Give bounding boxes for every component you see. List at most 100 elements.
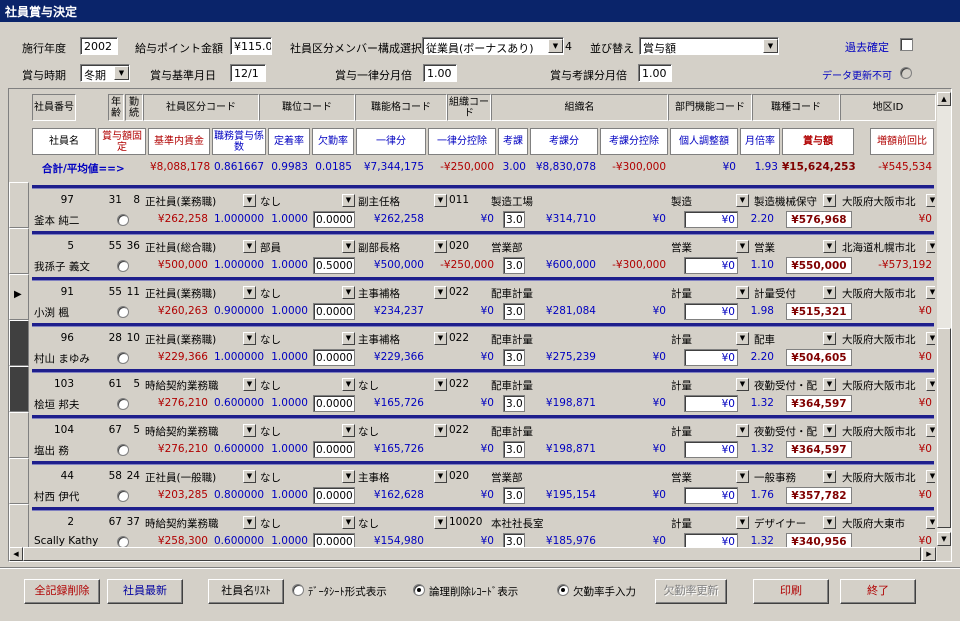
hscroll-thumb[interactable]: [23, 547, 921, 561]
chevron-down-icon[interactable]: ▼: [823, 424, 836, 437]
chevron-down-icon[interactable]: ▼: [243, 378, 256, 391]
job-select[interactable]: デザイナー: [752, 514, 824, 531]
chevron-down-icon[interactable]: ▼: [243, 424, 256, 437]
chevron-down-icon[interactable]: ▼: [243, 332, 256, 345]
grade-select[interactable]: 主事補格: [356, 284, 434, 301]
job-select[interactable]: 夜勤受付・配: [752, 376, 824, 393]
scroll-right-icon[interactable]: ▶: [922, 547, 936, 561]
fixed-bonus-radio[interactable]: [117, 398, 129, 410]
job-select[interactable]: 一般事務: [752, 468, 824, 485]
chevron-down-icon[interactable]: ▼: [342, 424, 355, 437]
job-select[interactable]: 配車: [752, 330, 824, 347]
region-select[interactable]: 大阪府大阪市北: [840, 330, 926, 347]
grade-select[interactable]: 副主任格: [356, 192, 434, 209]
personal-adjust-input[interactable]: ¥0: [684, 303, 738, 320]
chevron-down-icon[interactable]: ▼: [823, 470, 836, 483]
record-selector[interactable]: [9, 182, 29, 228]
emp-class-select[interactable]: 正社員(業務職): [143, 284, 243, 301]
eval-input[interactable]: 3.0: [503, 257, 525, 274]
chevron-down-icon[interactable]: ▼: [243, 240, 256, 253]
record-selector[interactable]: [9, 320, 29, 366]
position-select[interactable]: なし: [258, 284, 342, 301]
chevron-down-icon[interactable]: ▼: [823, 378, 836, 391]
grade-select[interactable]: なし: [356, 376, 434, 393]
grade-select[interactable]: 副部長格: [356, 238, 434, 255]
record-selector[interactable]: [9, 366, 29, 412]
chevron-down-icon[interactable]: ▼: [342, 516, 355, 529]
absence-input[interactable]: 0.0000: [313, 211, 355, 228]
chevron-down-icon[interactable]: ▼: [823, 286, 836, 299]
absence-input[interactable]: 0.0000: [313, 533, 355, 547]
fixed-bonus-radio[interactable]: [117, 214, 129, 226]
scroll-left-icon[interactable]: ◀: [9, 547, 23, 561]
position-select[interactable]: 部員: [258, 238, 342, 255]
chevron-down-icon[interactable]: ▼: [342, 286, 355, 299]
chevron-down-icon[interactable]: ▼: [243, 286, 256, 299]
chevron-down-icon[interactable]: ▼: [243, 470, 256, 483]
dept-select[interactable]: 営業: [669, 468, 735, 485]
vertical-scrollbar[interactable]: ▲ ▼: [937, 92, 951, 546]
job-select[interactable]: 計量受付: [752, 284, 824, 301]
job-select[interactable]: 夜勤受付・配: [752, 422, 824, 439]
chevron-down-icon[interactable]: ▼: [926, 332, 935, 345]
dept-select[interactable]: 計量: [669, 284, 735, 301]
eval-input[interactable]: 3.0: [503, 533, 525, 547]
position-select[interactable]: なし: [258, 330, 342, 347]
absence-input[interactable]: 0.0000: [313, 487, 355, 504]
chevron-down-icon[interactable]: ▼: [736, 470, 749, 483]
scroll-thumb[interactable]: [937, 328, 951, 528]
personal-adjust-input[interactable]: ¥0: [684, 211, 738, 228]
record-selector[interactable]: [9, 458, 29, 504]
chevron-down-icon[interactable]: ▼: [342, 378, 355, 391]
chevron-down-icon[interactable]: ▼: [548, 39, 563, 53]
chevron-down-icon[interactable]: ▼: [434, 424, 447, 437]
eval-input[interactable]: 3.0: [503, 211, 525, 228]
absence-input[interactable]: 0.5000: [313, 257, 355, 274]
chevron-down-icon[interactable]: ▼: [243, 194, 256, 207]
dept-select[interactable]: 計量: [669, 376, 735, 393]
region-select[interactable]: 大阪府大阪市北: [840, 192, 926, 209]
record-selector[interactable]: [9, 504, 29, 547]
absence-input[interactable]: 0.0000: [313, 441, 355, 458]
dept-select[interactable]: 製造: [669, 192, 735, 209]
personal-adjust-input[interactable]: ¥0: [684, 395, 738, 412]
member-select[interactable]: 従業員(ボーナスあり): [422, 37, 564, 55]
print-button[interactable]: 印刷: [753, 579, 829, 604]
name-list-button[interactable]: 社員名ﾘｽﾄ: [208, 579, 284, 604]
absence-input[interactable]: 0.0000: [313, 395, 355, 412]
grade-select[interactable]: 主事格: [356, 468, 434, 485]
region-select[interactable]: 大阪府大阪市北: [840, 376, 926, 393]
region-select[interactable]: 大阪府大阪市北: [840, 422, 926, 439]
chevron-down-icon[interactable]: ▼: [434, 332, 447, 345]
dept-select[interactable]: 計量: [669, 330, 735, 347]
year-field[interactable]: 2002: [80, 37, 118, 55]
chevron-down-icon[interactable]: ▼: [926, 286, 935, 299]
sort-select[interactable]: 賞与額: [639, 37, 779, 55]
delete-all-button[interactable]: 全記録削除: [24, 579, 100, 604]
fixed-bonus-radio[interactable]: [117, 536, 129, 547]
position-select[interactable]: なし: [258, 422, 342, 439]
refresh-employees-button[interactable]: 社員最新: [107, 579, 183, 604]
chevron-down-icon[interactable]: ▼: [736, 516, 749, 529]
chevron-down-icon[interactable]: ▼: [823, 240, 836, 253]
chevron-down-icon[interactable]: ▼: [342, 470, 355, 483]
chevron-down-icon[interactable]: ▼: [243, 516, 256, 529]
absence-input[interactable]: 0.0000: [313, 349, 355, 366]
grade-select[interactable]: 主事補格: [356, 330, 434, 347]
personal-adjust-input[interactable]: ¥0: [684, 257, 738, 274]
fixed-bonus-radio[interactable]: [117, 306, 129, 318]
scroll-up-icon[interactable]: ▲: [937, 92, 951, 106]
chevron-down-icon[interactable]: ▼: [736, 194, 749, 207]
grade-select[interactable]: なし: [356, 422, 434, 439]
flat-month-field[interactable]: 1.00: [423, 64, 457, 82]
fixed-bonus-radio[interactable]: [117, 352, 129, 364]
chevron-down-icon[interactable]: ▼: [434, 470, 447, 483]
base-date-field[interactable]: 12/1: [230, 64, 266, 82]
update-absence-button[interactable]: 欠勤率更新: [655, 579, 727, 604]
chevron-down-icon[interactable]: ▼: [926, 516, 935, 529]
record-selector[interactable]: ▶: [9, 274, 29, 320]
record-selector[interactable]: [9, 228, 29, 274]
manual-absence-radio[interactable]: [557, 584, 569, 596]
eval-input[interactable]: 3.0: [503, 395, 525, 412]
fixed-bonus-radio[interactable]: [117, 444, 129, 456]
